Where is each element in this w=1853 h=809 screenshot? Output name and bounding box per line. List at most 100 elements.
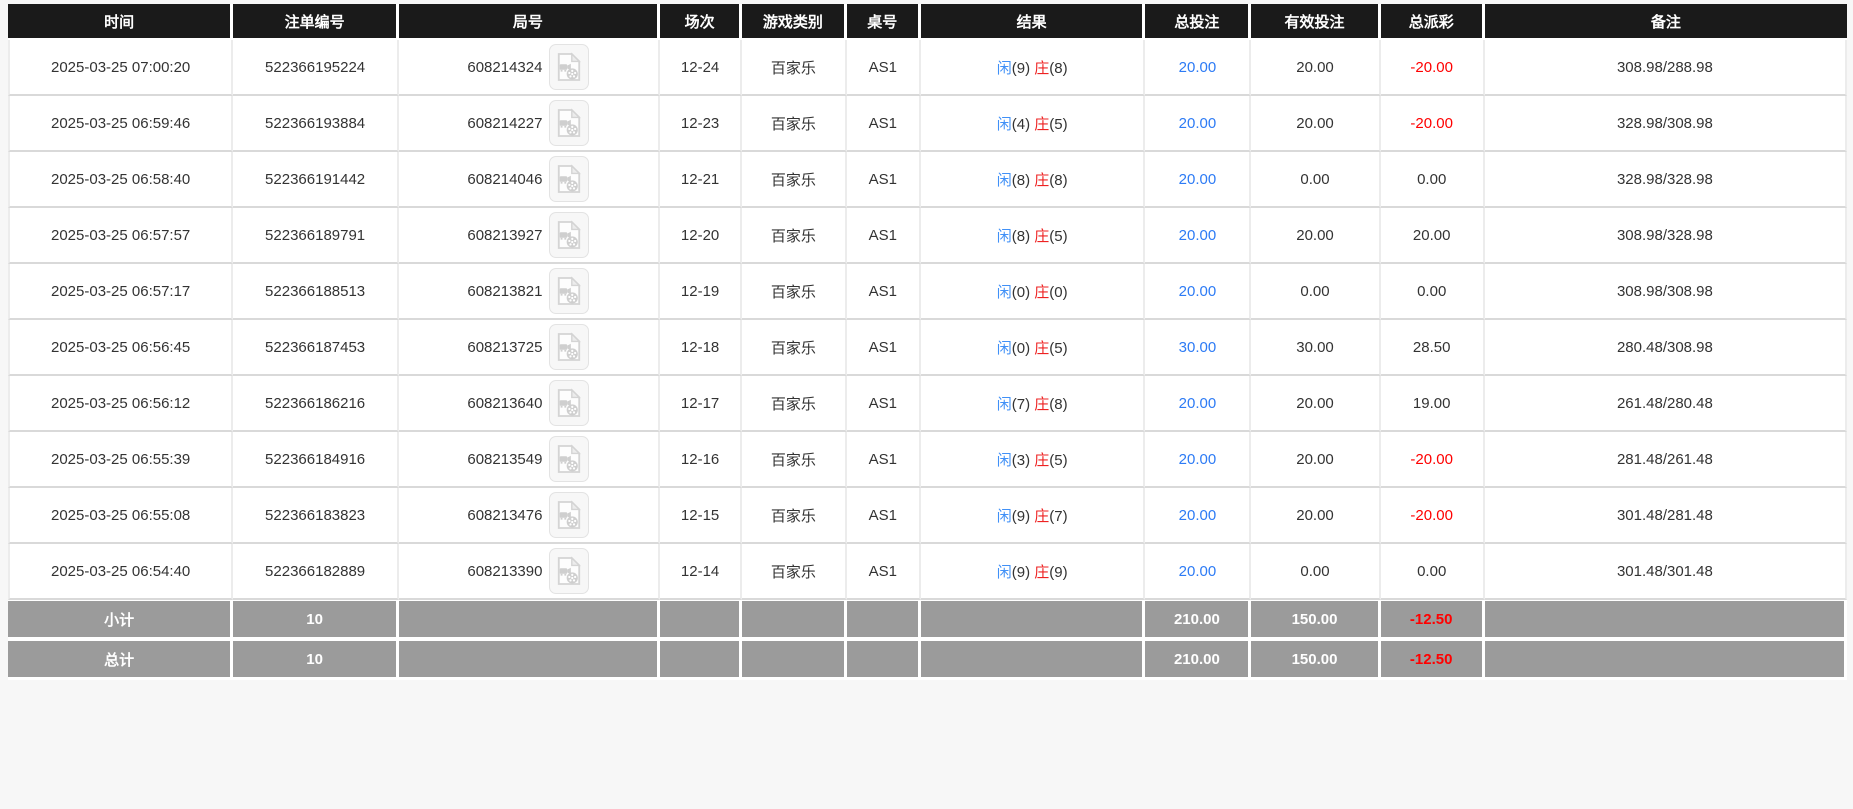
video-replay-button[interactable]	[549, 156, 590, 202]
cell-game-type: 百家乐	[742, 488, 847, 544]
round-id-text: 608213927	[467, 226, 543, 244]
player-result-label: 闲	[996, 59, 1012, 77]
summary-label: 小计	[8, 600, 234, 640]
cell-session: 12-23	[659, 96, 743, 152]
banker-result-points: (5)	[1049, 339, 1068, 357]
cell-time: 2025-03-25 06:56:45	[8, 320, 234, 376]
video-replay-button[interactable]	[549, 100, 590, 146]
cell-time: 2025-03-25 06:58:40	[8, 152, 234, 208]
cell-valid-bet: 30.00	[1251, 320, 1381, 376]
video-replay-button[interactable]	[549, 380, 590, 426]
summary-empty-result	[921, 640, 1146, 680]
player-result-points: (9)	[1011, 563, 1035, 581]
cell-table-no: AS1	[846, 96, 922, 152]
cell-game-type: 百家乐	[742, 264, 847, 320]
cell-bet-id: 522366188513	[233, 264, 399, 320]
cell-remark: 328.98/328.98	[1484, 152, 1847, 208]
video-file-icon	[558, 220, 582, 249]
cell-valid-bet: 20.00	[1251, 208, 1381, 264]
video-file-icon	[558, 108, 582, 137]
cell-valid-bet: 20.00	[1251, 432, 1381, 488]
cell-remark: 301.48/301.48	[1484, 544, 1847, 600]
video-replay-button[interactable]	[549, 548, 590, 594]
player-result-label: 闲	[996, 283, 1012, 301]
cell-session: 12-20	[659, 208, 743, 264]
banker-result-label: 庄	[1034, 563, 1050, 581]
cell-session: 12-18	[659, 320, 743, 376]
cell-result: 闲(0) 庄(0)	[921, 264, 1146, 320]
cell-bet-id: 522366183823	[233, 488, 399, 544]
cell-valid-bet: 0.00	[1251, 264, 1381, 320]
cell-total-payout: 0.00	[1380, 264, 1485, 320]
table-row: 2025-03-25 06:55:08 522366183823 608213476…	[8, 488, 1847, 544]
round-id-text: 608213390	[467, 562, 543, 580]
cell-total-bet: 20.00	[1145, 264, 1252, 320]
cell-total-payout: -20.00	[1380, 432, 1485, 488]
player-result-label: 闲	[996, 339, 1012, 357]
cell-time: 2025-03-25 06:54:40	[8, 544, 234, 600]
summary-empty-game-type	[742, 640, 847, 680]
video-replay-button[interactable]	[549, 268, 590, 314]
cell-table-no: AS1	[846, 152, 922, 208]
col-header-remark: 备注	[1484, 4, 1847, 40]
cell-valid-bet: 0.00	[1251, 152, 1381, 208]
cell-total-bet: 20.00	[1145, 376, 1252, 432]
banker-result-points: (8)	[1049, 171, 1068, 189]
cell-valid-bet: 20.00	[1251, 96, 1381, 152]
video-replay-button[interactable]	[549, 436, 590, 482]
table-row: 2025-03-25 06:57:57 522366189791 608213927…	[8, 208, 1847, 264]
video-file-icon	[558, 388, 582, 417]
cell-total-bet: 20.00	[1145, 40, 1252, 96]
cell-result: 闲(9) 庄(7)	[921, 488, 1146, 544]
round-id-group: 608214227	[403, 100, 654, 146]
banker-result-points: (5)	[1049, 451, 1068, 469]
video-replay-button[interactable]	[549, 492, 590, 538]
player-result-label: 闲	[996, 563, 1012, 581]
cell-round-id: 608213390	[398, 544, 660, 600]
col-header-total-bet: 总投注	[1145, 4, 1252, 40]
video-replay-button[interactable]	[549, 212, 590, 258]
cell-result: 闲(8) 庄(5)	[921, 208, 1146, 264]
col-header-total-payout: 总派彩	[1380, 4, 1485, 40]
cell-time: 2025-03-25 07:00:20	[8, 40, 234, 96]
col-header-round-id: 局号	[398, 4, 660, 40]
cell-round-id: 608214227	[398, 96, 660, 152]
cell-remark: 281.48/261.48	[1484, 432, 1847, 488]
summary-total-payout: -12.50	[1380, 640, 1485, 680]
cell-total-bet: 20.00	[1145, 432, 1252, 488]
cell-total-payout: 20.00	[1380, 208, 1485, 264]
bet-records-table: 时间 注单编号 局号 场次 游戏类别 桌号 结果 总投注 有效投注 总派彩 备注…	[8, 4, 1847, 680]
player-result-label: 闲	[996, 395, 1012, 413]
cell-table-no: AS1	[846, 208, 922, 264]
player-result-points: (4)	[1011, 115, 1035, 133]
cell-result: 闲(8) 庄(8)	[921, 152, 1146, 208]
banker-result-label: 庄	[1034, 451, 1050, 469]
cell-table-no: AS1	[846, 40, 922, 96]
video-replay-button[interactable]	[549, 324, 590, 370]
cell-game-type: 百家乐	[742, 208, 847, 264]
cell-bet-id: 522366193884	[233, 96, 399, 152]
round-id-group: 608214324	[403, 44, 654, 90]
summary-count: 10	[233, 600, 399, 640]
header-row: 时间 注单编号 局号 场次 游戏类别 桌号 结果 总投注 有效投注 总派彩 备注	[8, 4, 1847, 40]
banker-result-points: (5)	[1049, 227, 1068, 245]
video-replay-button[interactable]	[549, 44, 590, 90]
cell-bet-id: 522366186216	[233, 376, 399, 432]
cell-round-id: 608213476	[398, 488, 660, 544]
summary-total-bet: 210.00	[1145, 640, 1252, 680]
round-id-text: 608213821	[467, 282, 543, 300]
cell-total-payout: 0.00	[1380, 152, 1485, 208]
table-row: 2025-03-25 06:56:12 522366186216 608213640…	[8, 376, 1847, 432]
video-file-icon	[558, 500, 582, 529]
player-result-points: (0)	[1011, 283, 1035, 301]
table-header: 时间 注单编号 局号 场次 游戏类别 桌号 结果 总投注 有效投注 总派彩 备注	[8, 4, 1847, 40]
cell-valid-bet: 20.00	[1251, 40, 1381, 96]
cell-session: 12-24	[659, 40, 743, 96]
banker-result-points: (7)	[1049, 507, 1068, 525]
summary-empty-session	[659, 600, 743, 640]
cell-session: 12-21	[659, 152, 743, 208]
video-file-icon	[558, 276, 582, 305]
col-header-result: 结果	[921, 4, 1146, 40]
summary-valid-bet: 150.00	[1251, 600, 1381, 640]
player-result-points: (8)	[1011, 171, 1035, 189]
